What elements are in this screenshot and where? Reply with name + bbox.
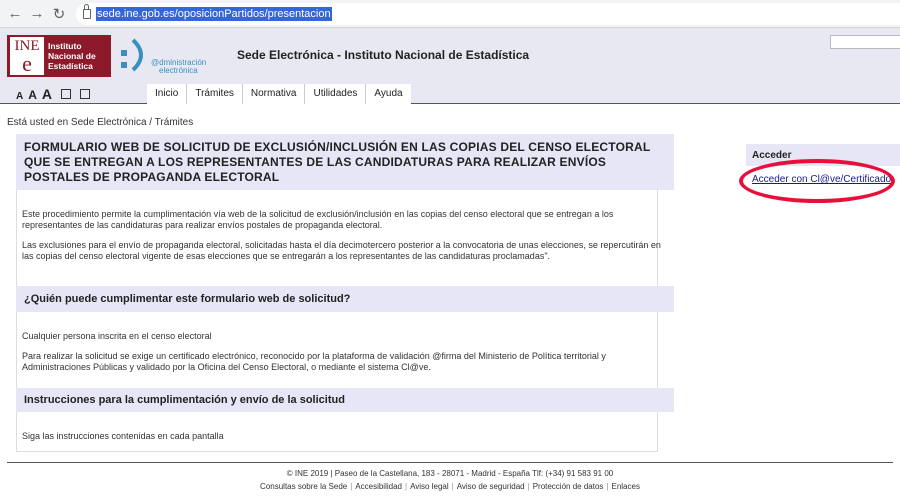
- section-heading-who: ¿Quién puede cumplimentar este formulari…: [16, 286, 674, 312]
- keyboard-icon[interactable]: [80, 89, 91, 99]
- footer-divider: [7, 462, 893, 463]
- sitemap-icon[interactable]: [61, 89, 72, 99]
- ine-logo-mark: INE e: [10, 37, 44, 75]
- reload-icon[interactable]: ↻: [48, 3, 70, 25]
- menu-item-inicio[interactable]: Inicio: [147, 84, 188, 104]
- footer-link-proteccion-datos[interactable]: Protección de datos: [533, 482, 604, 491]
- main-content: FORMULARIO WEB DE SOLICITUD DE EXCLUSIÓN…: [16, 134, 674, 452]
- breadcrumb: Está usted en Sede Electrónica / Trámite…: [7, 117, 194, 128]
- menu-item-utilidades[interactable]: Utilidades: [305, 84, 367, 104]
- who-paragraph-2: Para realizar la solicitud se exige un c…: [22, 351, 606, 372]
- footer-link-accesibilidad[interactable]: Accesibilidad: [355, 482, 402, 491]
- smiley-icon: [121, 38, 143, 72]
- footer-link-consultas[interactable]: Consultas sobre la Sede: [260, 482, 347, 491]
- footer-link-enlaces[interactable]: Enlaces: [611, 482, 639, 491]
- menu-item-ayuda[interactable]: Ayuda: [366, 84, 410, 104]
- instructions-paragraph: Siga las instrucciones contenidas en cad…: [22, 431, 224, 441]
- page: INE e Instituto Nacional de Estadística …: [0, 28, 900, 496]
- address-bar[interactable]: sede.ine.gob.es/oposicionPartidos/presen…: [76, 3, 900, 25]
- who-paragraph-1: Cualquier persona inscrita en el censo e…: [22, 331, 212, 341]
- search-input[interactable]: [830, 35, 900, 49]
- site-title: Sede Electrónica - Instituto Nacional de…: [237, 48, 530, 62]
- site-header: INE e Instituto Nacional de Estadística …: [0, 28, 900, 104]
- font-size-controls: A A A: [16, 86, 91, 102]
- footer-link-aviso-seguridad[interactable]: Aviso de seguridad: [457, 482, 525, 491]
- footer-links: Consultas sobre la Sede | Accesibilidad | Av…: [260, 482, 640, 491]
- footer-address: © INE 2019 | Paseo de la Castellana, 183…: [286, 469, 614, 478]
- highlight-ellipse: [739, 159, 895, 203]
- admin-logo-text: @dministración electrónica: [151, 58, 207, 75]
- menu-item-tramites[interactable]: Trámites: [187, 84, 243, 104]
- browser-toolbar: ← → ↻ sede.ine.gob.es/oposicionPartidos/…: [0, 0, 900, 28]
- ine-logo-text: Instituto Nacional de Estadística: [48, 41, 96, 71]
- section-heading-instructions: Instrucciones para la cumplimentación y …: [16, 388, 674, 412]
- page-title: FORMULARIO WEB DE SOLICITUD DE EXCLUSIÓN…: [16, 134, 674, 190]
- url-text[interactable]: sede.ine.gob.es/oposicionPartidos/presen…: [96, 7, 332, 21]
- footer-link-aviso-legal[interactable]: Aviso legal: [410, 482, 449, 491]
- font-size-medium-button[interactable]: A: [28, 88, 37, 102]
- lock-icon: [83, 4, 91, 19]
- menu-item-normativa[interactable]: Normativa: [243, 84, 306, 104]
- intro-paragraph-2: Las exclusiones para el envío de propaga…: [22, 240, 661, 261]
- main-menu: Inicio Trámites Normativa Utilidades Ayu…: [147, 84, 411, 104]
- intro-paragraph-1: Este procedimiento permite la cumpliment…: [22, 209, 614, 230]
- back-arrow-icon[interactable]: ←: [4, 3, 26, 25]
- administracion-electronica-logo[interactable]: @dministración electrónica: [117, 36, 207, 78]
- font-size-small-button[interactable]: A: [16, 91, 23, 102]
- forward-arrow-icon[interactable]: →: [26, 3, 48, 25]
- font-size-large-button[interactable]: A: [42, 86, 52, 102]
- ine-logo[interactable]: INE e Instituto Nacional de Estadística: [7, 35, 111, 77]
